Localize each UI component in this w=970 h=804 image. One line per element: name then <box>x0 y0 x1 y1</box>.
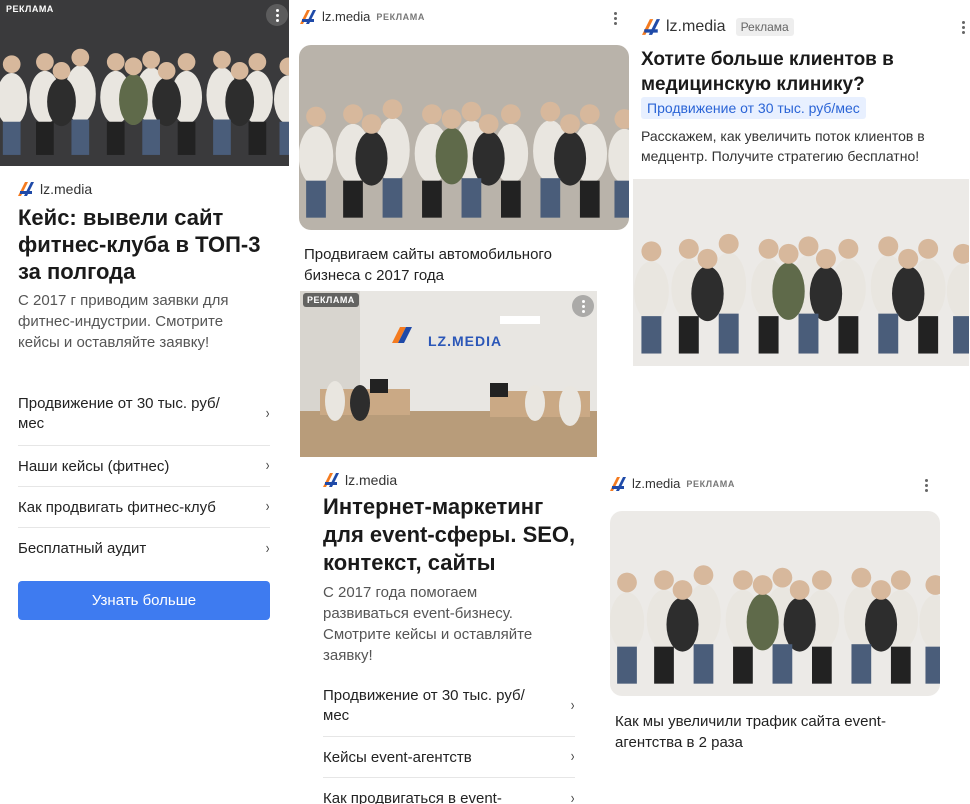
more-dots-icon[interactable] <box>958 18 968 36</box>
brand-name: lz.media <box>632 476 681 491</box>
sitelink[interactable]: Бесплатный аудит › <box>18 528 270 569</box>
sitelink[interactable]: Кейсы event-агентств › <box>323 737 575 778</box>
ad-description: С 2017 г приводим заявки для фитнес-инду… <box>18 292 229 351</box>
chevron-right-icon: › <box>265 405 270 422</box>
sitelink-label: Кейсы event-агентств <box>323 748 472 766</box>
sitelinks: Продвижение от 30 тыс. руб/мес › Кейсы e… <box>323 675 575 804</box>
sitelink-label: Бесплатный аудит <box>18 540 147 557</box>
ad-card-medical[interactable]: lz.media Реклама Хотите больше клиентов … <box>632 0 970 366</box>
more-dots-icon[interactable] <box>572 295 594 317</box>
ad-description: С 2017 года помогаем развиваться event-б… <box>323 584 533 664</box>
sitelink[interactable]: Наши кейсы (фитнес) › <box>18 446 270 487</box>
brand[interactable]: lz.media <box>323 472 397 488</box>
lz-media-logo-icon <box>300 10 316 24</box>
ad-label: РЕКЛАМА <box>2 2 58 16</box>
chevron-right-icon: › <box>265 457 270 474</box>
promo-pill-wrap: Продвижение от 30 тыс. руб/мес <box>641 97 866 119</box>
team-photo[interactable] <box>610 511 940 696</box>
chevron-right-icon: › <box>570 748 575 765</box>
team-photo[interactable] <box>0 0 289 166</box>
ad-caption[interactable]: Как мы увеличили трафик сайта event-аген… <box>615 711 915 753</box>
learn-more-button[interactable]: Узнать больше <box>18 581 270 620</box>
ad-caption[interactable]: Продвигаем сайты автомобильного бизнеса … <box>304 244 594 286</box>
more-dots-icon[interactable] <box>921 476 931 494</box>
ad-title[interactable]: Кейс: вывели сайт фитнес-клуба в ТОП-3 з… <box>18 204 268 285</box>
ad-label: Реклама <box>735 18 794 36</box>
ad-label: РЕКЛАМА <box>686 478 735 489</box>
brand[interactable]: lz.media РЕКЛАМА <box>610 476 735 491</box>
ad-card-event[interactable]: lz.media Интернет-маркетинг для event-сф… <box>305 462 590 804</box>
sitelink-label: Наши кейсы (фитнес) <box>18 457 170 475</box>
ad-description: Расскажем, как увеличить поток клиентов … <box>641 128 925 164</box>
brand[interactable]: lz.media РЕКЛАМА <box>300 9 425 24</box>
sitelink-label: Продвижение от 30 тыс. руб/мес <box>323 686 525 724</box>
ad-title[interactable]: Хотите больше клиентов в медицинскую кли… <box>641 47 931 97</box>
chevron-right-icon: › <box>570 696 575 714</box>
brand[interactable]: lz.media <box>18 181 92 197</box>
sitelink[interactable]: Продвижение от 30 тыс. руб/мес › <box>323 675 575 737</box>
brand[interactable]: lz.media Реклама <box>642 18 794 36</box>
promo-pill[interactable]: Продвижение от 30 тыс. руб/мес <box>641 97 866 119</box>
brand-name: lz.media <box>666 18 726 35</box>
ad-card-office[interactable]: LZ.MEDIA РЕКЛАМА <box>300 291 597 457</box>
sitelink-label: Как продвигать фитнес-клуб <box>18 498 216 516</box>
sitelink[interactable]: Как продвигаться в event- › <box>323 778 575 804</box>
chevron-right-icon: › <box>265 498 270 515</box>
brand-name: lz.media <box>40 181 93 197</box>
lz-media-logo-icon <box>18 182 34 196</box>
ad-card-fitness[interactable]: РЕКЛАМА lz.media Кейс: вывели сайт фитне… <box>0 0 289 625</box>
more-dots-icon[interactable] <box>266 4 288 26</box>
lz-media-logo-icon <box>610 477 626 491</box>
brand-name: lz.media <box>345 472 398 488</box>
sitelinks: Продвижение от 30 тыс. руб/мес › Наши ке… <box>18 383 270 569</box>
ad-card-traffic[interactable]: lz.media РЕКЛАМА Как мы увеличили трафик… <box>601 466 970 766</box>
brand-name: lz.media <box>322 9 371 24</box>
lz-media-logo-icon <box>642 19 660 35</box>
office-photo[interactable] <box>300 291 597 457</box>
chevron-right-icon: › <box>570 789 575 804</box>
ad-label: РЕКЛАМА <box>303 293 359 307</box>
sitelink[interactable]: Продвижение от 30 тыс. руб/мес › <box>18 383 270 446</box>
ad-card-auto[interactable]: lz.media РЕКЛАМА Продвигаем сайты автомо… <box>298 0 630 288</box>
chevron-right-icon: › <box>265 539 270 557</box>
team-photo[interactable] <box>299 45 629 230</box>
sitelink[interactable]: Как продвигать фитнес-клуб › <box>18 487 270 528</box>
ad-label: РЕКЛАМА <box>376 11 425 22</box>
more-dots-icon[interactable] <box>610 9 620 27</box>
sitelink-label: Продвижение от 30 тыс. руб/мес <box>18 395 220 432</box>
ad-title[interactable]: Интернет-маркетинг для event-сферы. SEO,… <box>323 493 588 577</box>
team-photo[interactable] <box>633 179 969 366</box>
lz-media-logo-icon <box>323 473 339 487</box>
sitelink-label: Как продвигаться в event- <box>323 790 502 804</box>
office-wall-logo: LZ.MEDIA <box>428 333 503 349</box>
